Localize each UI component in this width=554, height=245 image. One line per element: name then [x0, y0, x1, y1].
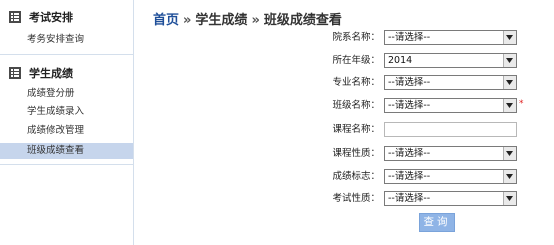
sidebar-group-scores[interactable]: 学生成绩: [0, 61, 134, 85]
dept-select[interactable]: --请选择--: [384, 30, 517, 45]
breadcrumb: 首页» 学生成绩» 班级成绩查看: [153, 9, 342, 28]
form-row-nature: 课程性质： --请选择--: [320, 145, 554, 163]
course-label: 课程名称：: [332, 124, 380, 135]
dept-select-value: --请选择--: [388, 32, 431, 43]
breadcrumb-section: 学生成绩: [195, 13, 248, 28]
form-row-flag: 成绩标志： --请选择--: [320, 168, 554, 186]
list-icon: [9, 11, 21, 23]
grade-label: 所在年级：: [332, 55, 380, 66]
sidebar-group-title: 学生成绩: [29, 67, 73, 80]
chevron-down-icon[interactable]: [503, 170, 516, 183]
course-nature-select[interactable]: --请选择--: [384, 146, 517, 161]
chevron-down-icon[interactable]: [503, 192, 516, 205]
list-icon: [9, 67, 21, 79]
form-row-grade: 所在年级： 2014: [320, 52, 554, 70]
sidebar-item-score-entry[interactable]: 学生成绩录入: [0, 104, 133, 120]
required-mark: *: [519, 99, 524, 109]
dept-label: 院系名称：: [332, 32, 380, 43]
major-label: 专业名称：: [332, 77, 380, 88]
sidebar-item-exam-query[interactable]: 考务安排查询: [0, 32, 133, 48]
nature-select-value: --请选择--: [388, 148, 431, 159]
sidebar-item-gradebook[interactable]: 成绩登分册: [0, 86, 133, 102]
sidebar-group-title: 考试安排: [29, 11, 73, 24]
class-label: 班级名称：: [332, 100, 380, 111]
form-row-examtype: 考试性质： --请选择--: [320, 190, 554, 208]
sidebar-group-exam[interactable]: 考试安排: [0, 5, 134, 29]
major-select[interactable]: --请选择--: [384, 75, 517, 90]
divider: [0, 164, 133, 165]
class-select-value: --请选择--: [388, 100, 431, 111]
grade-select-value: 2014: [388, 55, 413, 66]
chevron-down-icon[interactable]: [503, 54, 516, 67]
nature-label: 课程性质：: [332, 148, 380, 159]
query-button[interactable]: 查询: [419, 213, 455, 232]
chevron-down-icon[interactable]: [503, 76, 516, 89]
sidebar: 考试安排 考务安排查询 学生成绩 成绩登分册 学生成绩录入 成绩修改管理 班级成…: [0, 0, 134, 245]
sidebar-item-score-edit[interactable]: 成绩修改管理: [0, 123, 133, 139]
chevron-down-icon[interactable]: [503, 99, 516, 112]
sidebar-item-class-scores[interactable]: 班级成绩查看: [0, 143, 133, 159]
breadcrumb-separator: »: [183, 13, 192, 28]
major-select-value: --请选择--: [388, 77, 431, 88]
form-row-major: 专业名称： --请选择--: [320, 74, 554, 92]
form-row-dept: 院系名称： --请选择--: [320, 29, 554, 47]
chevron-down-icon[interactable]: [503, 31, 516, 44]
flag-select-value: --请选择--: [388, 171, 431, 182]
class-select[interactable]: --请选择--: [384, 98, 517, 113]
form-row-class: 班级名称： --请选择-- *: [320, 97, 554, 115]
page-title: 班级成绩查看: [263, 13, 342, 28]
exam-type-select[interactable]: --请选择--: [384, 191, 517, 206]
score-flag-select[interactable]: --请选择--: [384, 169, 517, 184]
course-name-input[interactable]: [384, 122, 517, 137]
examtype-select-value: --请选择--: [388, 193, 431, 204]
flag-label: 成绩标志：: [332, 171, 380, 182]
examtype-label: 考试性质：: [332, 193, 380, 204]
divider: [0, 54, 133, 55]
form-row-course: 课程名称：: [320, 121, 554, 139]
breadcrumb-separator: »: [251, 13, 260, 28]
grade-select[interactable]: 2014: [384, 53, 517, 68]
breadcrumb-home-link[interactable]: 首页: [153, 13, 179, 28]
chevron-down-icon[interactable]: [503, 147, 516, 160]
